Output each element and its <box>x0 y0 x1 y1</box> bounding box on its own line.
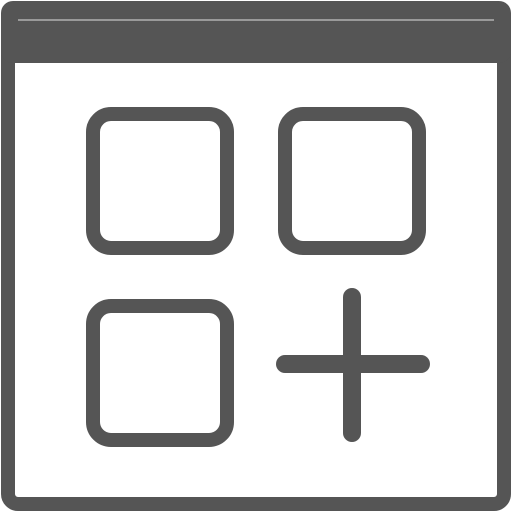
add-app-grid-icon-svg <box>1 1 511 511</box>
add-app-grid-icon <box>0 0 512 512</box>
window-frame <box>1 13 511 511</box>
window-titlebar <box>1 1 511 63</box>
